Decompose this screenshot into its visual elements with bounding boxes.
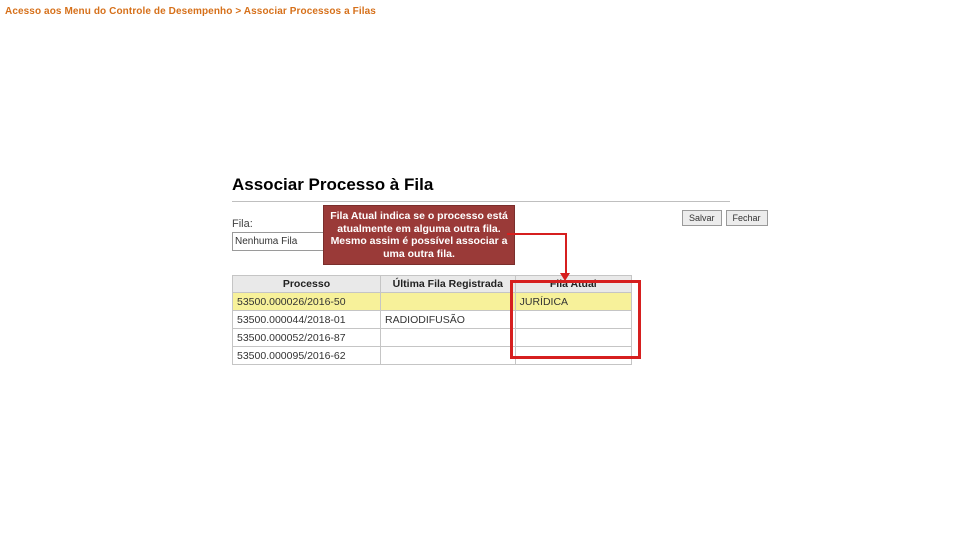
col-processo: Processo	[233, 276, 381, 293]
cell-ultima	[380, 329, 515, 347]
annotation-arrow-head	[560, 273, 570, 281]
cell-processo: 53500.000026/2016-50	[233, 293, 381, 311]
cell-processo: 53500.000095/2016-62	[233, 347, 381, 365]
breadcrumb: Acesso aos Menu do Controle de Desempenh…	[5, 6, 376, 17]
save-button[interactable]: Salvar	[682, 210, 722, 226]
table-row: 53500.000052/2016-87	[233, 329, 632, 347]
cell-atual	[515, 329, 631, 347]
callout-box: Fila Atual indica se o processo está atu…	[323, 205, 515, 265]
cell-ultima: RADIODIFUSÃO	[380, 311, 515, 329]
processos-table: Processo Última Fila Registrada Fila Atu…	[232, 275, 632, 365]
cell-atual	[515, 311, 631, 329]
page-title: Associar Processo à Fila	[232, 175, 730, 195]
table-row: 53500.000026/2016-50 JURÍDICA	[233, 293, 632, 311]
cell-ultima	[380, 293, 515, 311]
title-divider	[232, 201, 730, 202]
form-panel: Associar Processo à Fila Fila: Nenhuma F…	[232, 175, 730, 365]
cell-atual	[515, 347, 631, 365]
col-fila-atual: Fila Atual	[515, 276, 631, 293]
cell-atual: JURÍDICA	[515, 293, 631, 311]
col-ultima-fila: Última Fila Registrada	[380, 276, 515, 293]
annotation-arrow	[565, 233, 567, 275]
table-row: 53500.000095/2016-62	[233, 347, 632, 365]
cell-processo: 53500.000052/2016-87	[233, 329, 381, 347]
cell-processo: 53500.000044/2018-01	[233, 311, 381, 329]
fila-select-value: Nenhuma Fila	[235, 234, 297, 249]
action-buttons: Salvar Fechar	[682, 210, 768, 226]
table-header-row: Processo Última Fila Registrada Fila Atu…	[233, 276, 632, 293]
annotation-arrow	[507, 233, 565, 235]
close-button[interactable]: Fechar	[726, 210, 768, 226]
cell-ultima	[380, 347, 515, 365]
table-row: 53500.000044/2018-01RADIODIFUSÃO	[233, 311, 632, 329]
